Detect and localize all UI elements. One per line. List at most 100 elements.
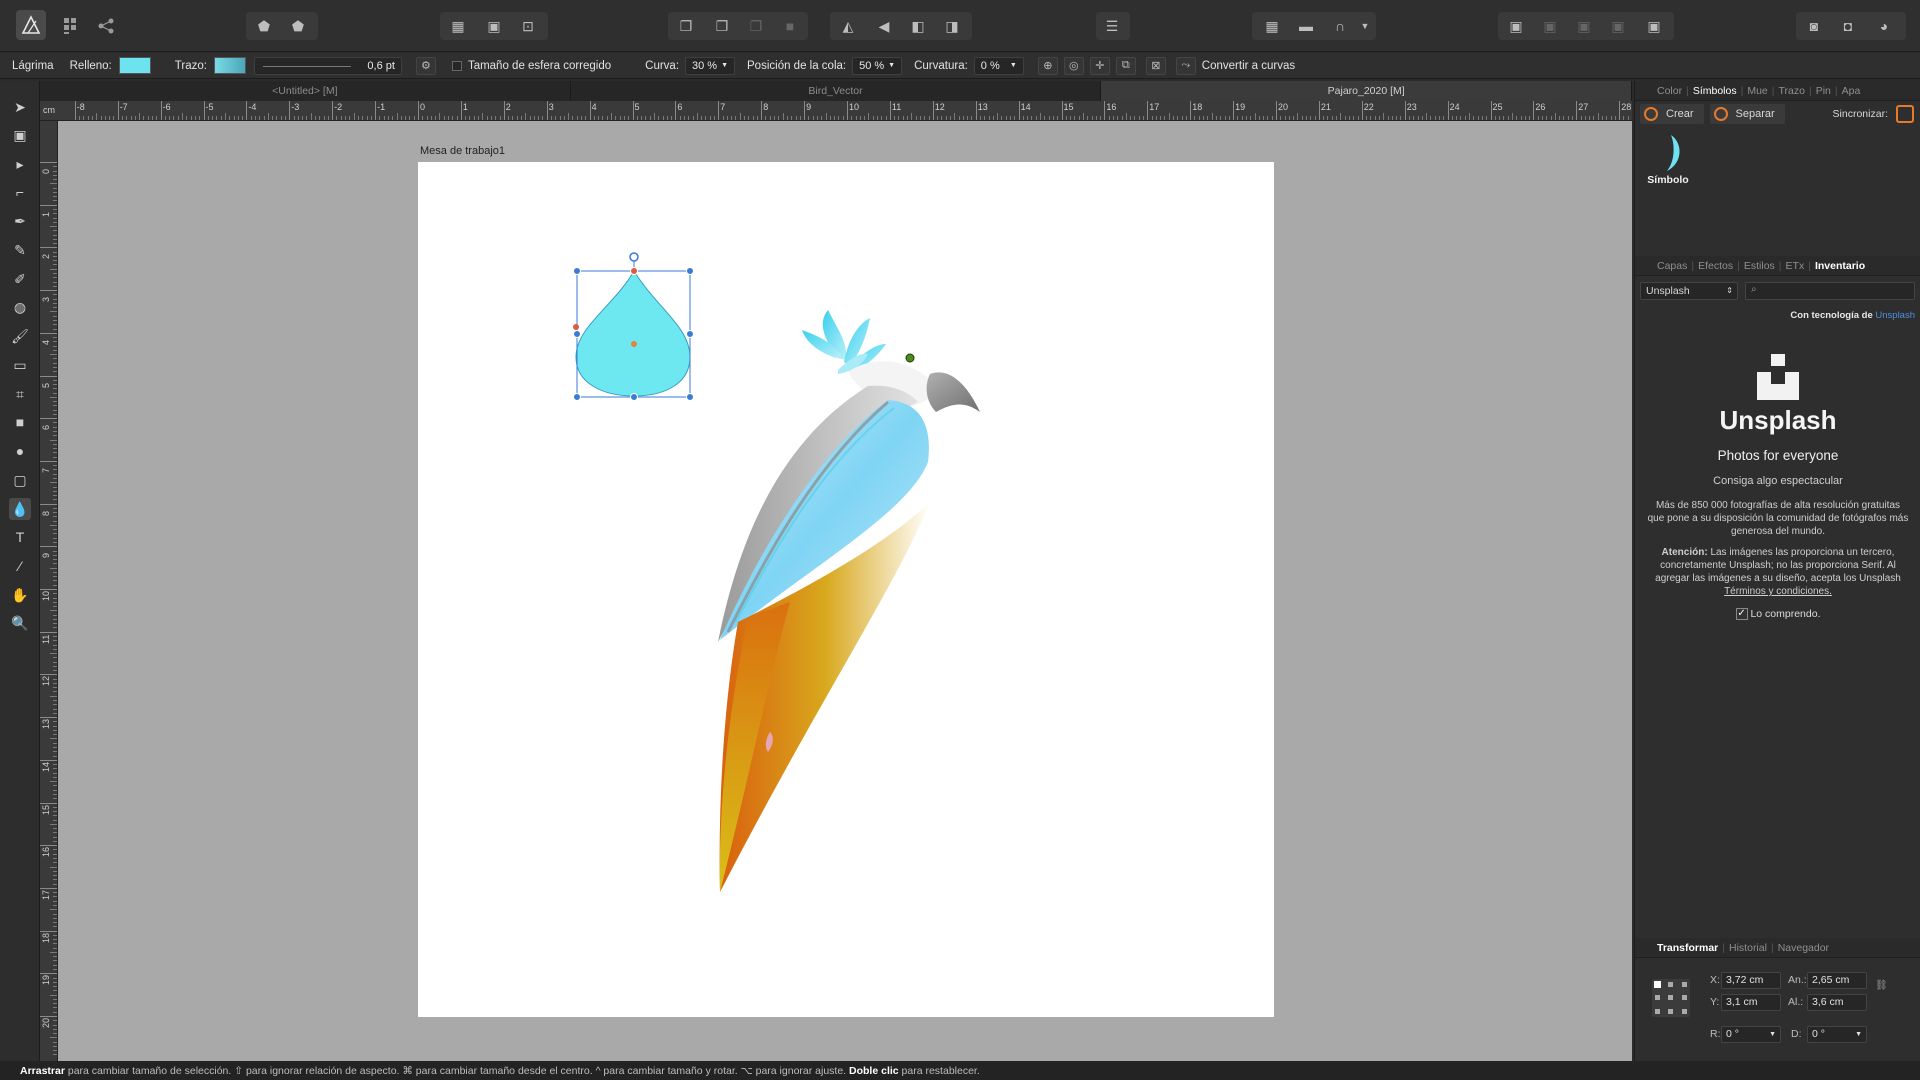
share-icon[interactable]	[94, 14, 118, 38]
tab-appearance[interactable]: Apa	[1842, 85, 1861, 97]
corrected-size-checkbox[interactable]	[451, 60, 462, 71]
origin-icon[interactable]: ⊕	[1037, 56, 1058, 75]
flip-horizontal-icon[interactable]: ◭	[836, 14, 860, 38]
tab-styles[interactable]: Estilos	[1744, 260, 1775, 272]
height-field[interactable]: 3,6 cm	[1807, 994, 1867, 1011]
eyedropper-tool-icon[interactable]: ⁄	[9, 555, 31, 577]
shape-handle-curve[interactable]	[573, 324, 579, 330]
x-field[interactable]: 3,72 cm	[1721, 972, 1781, 989]
transparency-tool-icon[interactable]: ▭	[9, 354, 31, 376]
stock-source-select[interactable]: Unsplash ⇕	[1640, 282, 1738, 300]
anchor-selector[interactable]	[1652, 979, 1690, 1017]
tab-text-styles[interactable]: ETx	[1786, 260, 1805, 272]
snap-grid-icon[interactable]: ▦	[446, 14, 470, 38]
chat-icon[interactable]: ◙	[1802, 14, 1826, 38]
text-tool-icon[interactable]: T	[9, 526, 31, 548]
send-back-icon[interactable]: ■	[778, 14, 802, 38]
crop-tool-icon[interactable]: ⌗	[9, 383, 31, 405]
send-backward-icon[interactable]: ❐	[744, 14, 768, 38]
detach-symbol-button[interactable]: Separar	[1709, 104, 1785, 124]
persona-grid-icon[interactable]	[60, 14, 84, 38]
tail-input[interactable]: 50 % ▼	[852, 56, 903, 75]
stock-search-input[interactable]: ⌕	[1745, 282, 1915, 300]
doc-tab-untitled[interactable]: <Untitled> [M]	[40, 81, 571, 101]
chevron-down-icon[interactable]: ▼	[1358, 14, 1372, 38]
pencil-tool-icon[interactable]: ✎	[9, 239, 31, 261]
insert-layer-icon[interactable]: ▣	[1504, 14, 1528, 38]
tab-stroke[interactable]: Trazo	[1779, 85, 1805, 97]
align-center-icon[interactable]: ✛	[1089, 56, 1110, 75]
tab-brushes[interactable]: Pin	[1816, 85, 1831, 97]
resize-handle-tr[interactable]	[686, 267, 694, 275]
bring-front-icon[interactable]: ❐	[674, 14, 698, 38]
doc-tab-bird-vector[interactable]: Bird_Vector	[571, 81, 1102, 101]
transform-origin-icon[interactable]: ◎	[1063, 56, 1084, 75]
teardrop-selection[interactable]	[573, 252, 694, 401]
snapping-magnet-icon[interactable]: ∩	[1328, 14, 1352, 38]
add-shape-icon[interactable]: ⬟	[252, 14, 276, 38]
doc-tab-pajaro[interactable]: Pajaro_2020 [M]	[1101, 81, 1633, 101]
canvas[interactable]: Mesa de trabajo1	[58, 121, 1632, 1061]
teardrop-shape[interactable]	[575, 270, 691, 397]
insert-effect-icon[interactable]: ▣	[1642, 14, 1666, 38]
artboard-tool-icon[interactable]: ▣	[9, 124, 31, 146]
pen-tool-icon[interactable]: ✒	[9, 210, 31, 232]
flip-vertical-icon[interactable]: ◀	[872, 14, 896, 38]
rotate-right-icon[interactable]: ◨	[940, 14, 964, 38]
rounded-rect-tool-icon[interactable]: ▢	[9, 469, 31, 491]
tab-layers[interactable]: Capas	[1657, 260, 1687, 272]
artboard[interactable]	[418, 162, 1274, 1017]
app-logo-icon[interactable]	[16, 10, 46, 40]
move-tool-icon[interactable]: ➤	[9, 96, 31, 118]
isolate-icon[interactable]: ⊠	[1145, 56, 1166, 75]
tab-effects[interactable]: Efectos	[1698, 260, 1733, 272]
create-symbol-button[interactable]: Crear	[1640, 104, 1704, 124]
snap-transform-icon[interactable]: ⊡	[516, 14, 540, 38]
convert-curves-button[interactable]: Convertir a curvas	[1202, 60, 1295, 72]
agree-checkbox[interactable]: ✓	[1735, 608, 1748, 621]
tab-swatches[interactable]: Mue	[1747, 85, 1767, 97]
shear-field[interactable]: 0 ° ▼	[1807, 1026, 1867, 1043]
color-wheel-icon[interactable]: ◕	[1872, 14, 1896, 38]
rectangle-tool-icon[interactable]: ■	[9, 411, 31, 433]
snap-bounds-icon[interactable]: ▣	[482, 14, 506, 38]
insert-adjustment-icon[interactable]: ▣	[1606, 14, 1630, 38]
stroke-width-slider[interactable]: 0,6 pt	[253, 56, 402, 75]
resize-handle-tl[interactable]	[573, 267, 581, 275]
paint-brush-icon[interactable]: 🖌	[9, 325, 31, 347]
corner-tool-icon[interactable]: ⌐	[9, 181, 31, 203]
zoom-tool-icon[interactable]: 🔍	[9, 612, 31, 634]
rotate-left-icon[interactable]: ◧	[906, 14, 930, 38]
tab-history[interactable]: Historial	[1729, 942, 1767, 954]
insert-mask-icon[interactable]: ▣	[1572, 14, 1596, 38]
tab-color[interactable]: Color	[1657, 85, 1682, 97]
symbol-thumbnail[interactable]: Símbolo	[1643, 133, 1693, 193]
beak-shape[interactable]	[926, 372, 980, 412]
rotation-handle[interactable]	[629, 252, 639, 262]
y-field[interactable]: 3,1 cm	[1721, 994, 1781, 1011]
shape-handle-center[interactable]	[631, 341, 637, 347]
artboard-label[interactable]: Mesa de trabajo1	[420, 145, 505, 157]
curvature-input[interactable]: 0 % ▼	[973, 56, 1024, 75]
resize-handle-ml[interactable]	[573, 330, 581, 338]
ellipse-tool-icon[interactable]: ●	[9, 440, 31, 462]
resize-handle-br[interactable]	[686, 393, 694, 401]
insert-group-icon[interactable]: ▣	[1538, 14, 1562, 38]
fill-swatch[interactable]	[118, 57, 151, 74]
curve-input[interactable]: 30 % ▼	[685, 56, 736, 75]
width-field[interactable]: 2,65 cm	[1807, 972, 1867, 989]
unsplash-link[interactable]: Unsplash	[1875, 310, 1915, 321]
horizontal-ruler[interactable]: cm -8 -7 -6 -5 -4 -3 -2 -1 0 1 2 3 4 5 6 7 8 9 10 11 12 13 14 1…	[40, 101, 1632, 121]
convert-curves-icon[interactable]: ⤳	[1175, 56, 1196, 75]
sync-toggle-icon[interactable]	[1896, 105, 1914, 123]
vertical-ruler[interactable]: 0 1 2 3 4 5 6 7 8 9 10 11 12 13 14 15 16 17 18 19 20	[40, 121, 58, 1061]
terms-link[interactable]: Términos y condiciones.	[1724, 586, 1832, 597]
resize-handle-mr[interactable]	[686, 330, 694, 338]
node-tool-icon[interactable]: ▸	[9, 153, 31, 175]
tab-navigator[interactable]: Navegador	[1778, 942, 1829, 954]
tab-transform[interactable]: Transformar	[1657, 942, 1718, 954]
vector-brush-icon[interactable]: ✐	[9, 268, 31, 290]
artwork[interactable]	[418, 162, 1274, 1017]
grid-icon[interactable]: ▦	[1260, 14, 1284, 38]
distribute-icon[interactable]: ⧉	[1115, 56, 1136, 75]
